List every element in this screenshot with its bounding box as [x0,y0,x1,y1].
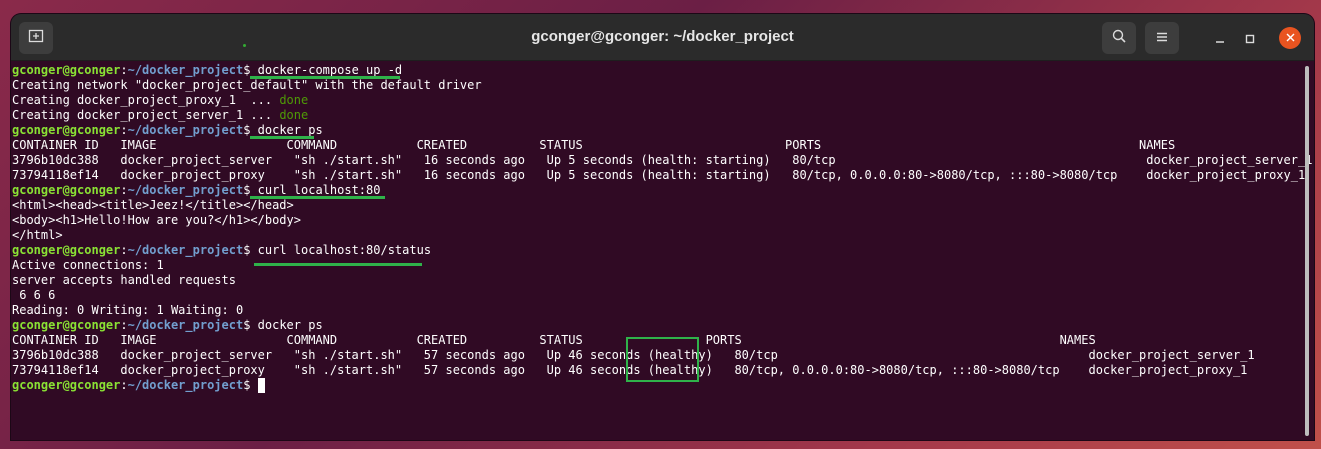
prompt-path: ~/docker_project [127,123,244,137]
prompt-symbol: $ [243,378,258,392]
command-line: gconger@gconger:~/docker_project$ curl l… [12,183,1302,198]
title-bar: gconger@gconger: ~/docker_project [11,14,1314,61]
output-line: <html><head><title>Jeez!</title></head> [12,198,1302,213]
highlight-underline-compose [250,76,400,79]
command-text: curl localhost:80/status [257,243,432,257]
output-text: Creating docker_project_server_1 ... [12,108,280,122]
prompt-user: gconger@gconger [12,63,121,77]
prompt-path: ~/docker_project [127,183,244,197]
output-line: Creating docker_project_server_1 ... don… [12,108,1302,123]
minimize-icon [1215,29,1225,48]
prompt-separator: : [120,63,128,77]
prompt-separator: : [120,378,128,392]
highlight-underline-curl [250,196,385,199]
output-text: 6 6 6 [12,288,56,302]
prompt-path: ~/docker_project [127,378,244,392]
highlight-box-healthy [626,337,699,382]
prompt-separator: : [120,243,128,257]
output-line: CONTAINER ID IMAGE COMMAND CREATED STATU… [12,138,1302,153]
close-button[interactable] [1279,27,1301,49]
output-text: <html><head><title>Jeez!</title></head> [12,198,294,212]
command-line: gconger@gconger:~/docker_project$ curl l… [12,243,1302,258]
output-text: 3796b10dc388 docker_project_server "sh .… [12,153,1313,167]
output-text: Creating network "docker_project_default… [12,78,482,92]
prompt-user: gconger@gconger [12,183,121,197]
prompt-user: gconger@gconger [12,378,121,392]
close-icon [1286,31,1295,46]
prompt-user: gconger@gconger [12,243,121,257]
output-line: <body><h1>Hello!How are you?</h1></body> [12,213,1302,228]
command-line: gconger@gconger:~/docker_project$ docker… [12,63,1302,78]
prompt-separator: : [120,123,128,137]
search-button[interactable] [1102,22,1136,54]
output-text: CONTAINER ID IMAGE COMMAND CREATED STATU… [12,138,1176,152]
cursor [257,378,265,393]
output-line: Creating network "docker_project_default… [12,78,1302,93]
minimize-button[interactable] [1209,27,1231,49]
output-text: CONTAINER ID IMAGE COMMAND CREATED STATU… [12,333,1096,347]
output-line: 6 6 6 [12,288,1302,303]
status-done: done [279,93,309,107]
prompt-symbol: $ [243,123,258,137]
highlight-underline-curl-status [254,263,422,266]
highlight-underline-docker-ps [250,136,314,139]
scrollbar[interactable] [1305,66,1309,436]
output-line: 73794118ef14 docker_project_proxy "sh ./… [12,168,1306,183]
output-text: <body><h1>Hello!How are you?</h1></body> [12,213,301,227]
prompt-path: ~/docker_project [127,318,244,332]
prompt-separator: : [120,183,128,197]
output-line: Active connections: 1 [12,258,1302,273]
prompt-user: gconger@gconger [12,123,121,137]
maximize-icon [1245,29,1255,48]
prompt-symbol: $ [243,183,258,197]
output-text: server accepts handled requests [12,273,236,287]
menu-button[interactable] [1145,22,1179,54]
command-text: curl localhost:80 [257,183,381,197]
command-text: docker ps [257,318,323,332]
output-text: Creating docker_project_proxy_1 ... [12,93,280,107]
prompt-symbol: $ [243,318,258,332]
command-line: gconger@gconger:~/docker_project$ docker… [12,123,1302,138]
output-text: Active connections: 1 [12,258,164,272]
output-text: </html> [12,228,63,242]
output-line: Reading: 0 Writing: 1 Waiting: 0 [12,303,1302,318]
prompt-path: ~/docker_project [127,243,244,257]
prompt-separator: : [120,318,128,332]
prompt-user: gconger@gconger [12,318,121,332]
output-text: Reading: 0 Writing: 1 Waiting: 0 [12,303,244,317]
output-line: server accepts handled requests [12,273,1302,288]
search-icon [1111,28,1127,48]
output-line: 3796b10dc388 docker_project_server "sh .… [12,153,1312,168]
command-text: docker ps [257,123,323,137]
prompt-symbol: $ [243,243,258,257]
maximize-button[interactable] [1239,27,1261,49]
output-text: 73794118ef14 docker_project_proxy "sh ./… [12,168,1306,182]
prompt-path: ~/docker_project [127,63,244,77]
status-done: done [279,108,309,122]
command-text: docker-compose up -d [257,63,403,77]
command-line: gconger@gconger:~/docker_project$ docker… [12,318,1302,333]
hamburger-icon [1155,29,1169,48]
output-line: </html> [12,228,1302,243]
output-line: Creating docker_project_proxy_1 ... done [12,93,1302,108]
terminal-window: gconger@gconger: ~/docker_project gconge… [11,14,1314,440]
prompt-symbol: $ [243,63,258,77]
